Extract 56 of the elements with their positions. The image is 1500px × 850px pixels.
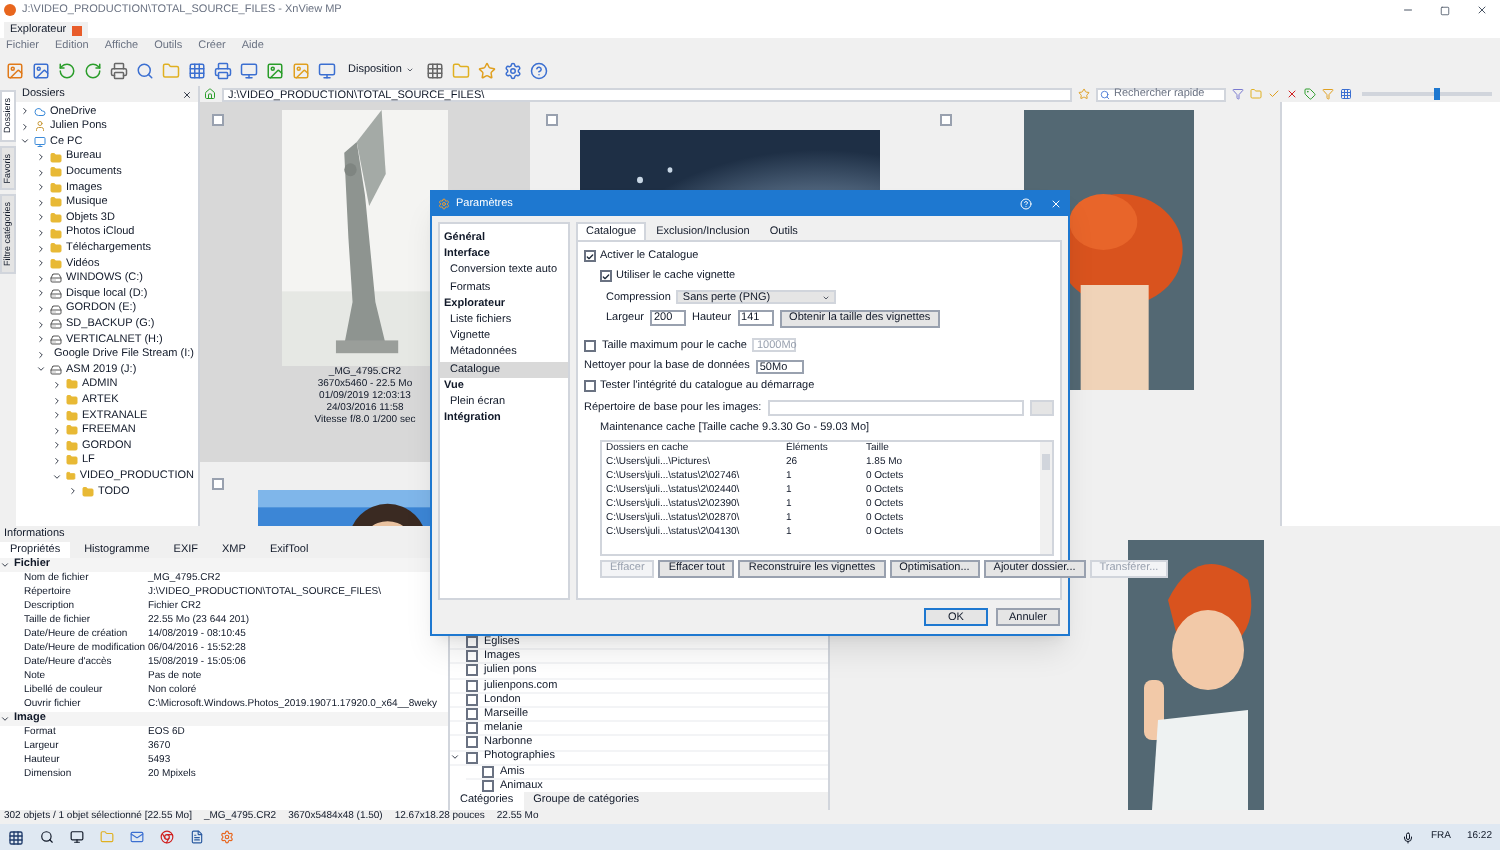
toolbar-icon[interactable] [266,61,284,79]
app-icon [4,4,16,16]
checkbox[interactable] [584,339,596,352]
delete-icon[interactable] [1286,88,1298,100]
taskbar-icon[interactable] [70,830,84,844]
checkbox[interactable] [466,650,478,663]
toolbar-icon[interactable] [503,61,522,79]
toolbar-icon[interactable] [136,61,154,79]
toolbar-icon[interactable] [188,61,206,79]
checkbox[interactable] [600,270,612,283]
folder-icon [66,470,76,483]
tray-icon[interactable] [1402,831,1415,843]
taskbar-icon[interactable] [190,830,204,844]
view-icon[interactable] [1340,88,1352,100]
toolbar-icon[interactable] [318,61,336,79]
toolbar-icon[interactable] [425,61,444,79]
checkbox[interactable] [466,664,478,677]
toolbar-icon[interactable] [110,61,128,79]
help-icon[interactable] [1020,198,1032,210]
app-icon [438,198,450,210]
toolbar-icon[interactable] [240,61,258,79]
checkbox[interactable] [212,114,224,126]
folder-icon [66,378,78,391]
toolbar-icon[interactable] [58,61,76,79]
pc-icon [34,135,46,148]
checkbox[interactable] [584,250,596,263]
checkbox[interactable] [212,478,224,490]
tag-icon[interactable] [1304,88,1316,100]
checkbox[interactable] [466,636,478,649]
maximize-icon[interactable] [1440,5,1450,15]
close-icon[interactable] [1476,4,1488,16]
drive-icon [50,363,62,376]
toolbar-icon[interactable] [84,61,102,79]
search-icon [1100,89,1110,99]
scrollbar[interactable] [1040,442,1052,554]
checkbox[interactable] [584,380,596,393]
checkbox[interactable] [940,114,952,126]
cloud-icon [34,105,46,118]
taskbar-icon[interactable] [160,830,174,844]
base-folder-field[interactable] [767,399,1024,416]
home-icon[interactable] [204,88,216,100]
toolbar-icon[interactable] [32,61,50,79]
close-tab-icon[interactable] [72,25,83,35]
user-icon [34,120,46,133]
toolbar-icon[interactable] [529,61,548,79]
checkbox[interactable] [546,114,558,126]
check-icon[interactable] [1268,88,1280,100]
checkbox[interactable] [466,736,478,749]
toolbar-icon[interactable] [214,61,232,79]
start-icon[interactable] [8,829,24,845]
toolbar-icon[interactable] [6,61,24,79]
filter-icon[interactable] [1232,88,1244,100]
search-icon[interactable] [40,830,54,844]
folder-icon [82,485,94,498]
checkbox[interactable] [466,708,478,721]
checkbox[interactable] [466,722,478,735]
